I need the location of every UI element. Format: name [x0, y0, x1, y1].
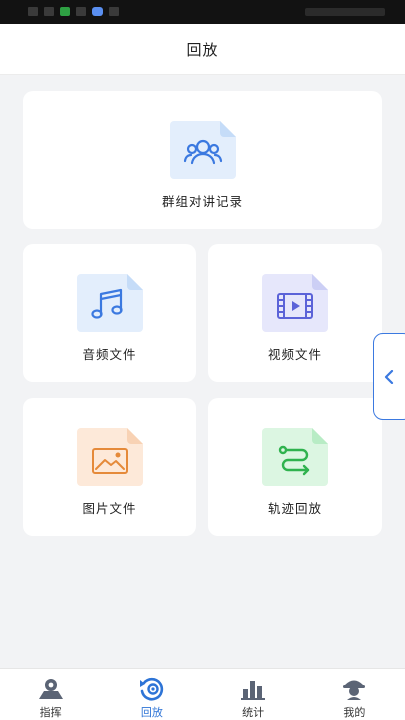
tab-statistics-label: 统计	[242, 706, 265, 719]
video-files-label: 视频文件	[267, 347, 322, 362]
tab-replay[interactable]: 回放	[101, 669, 202, 720]
tab-command-label: 指挥	[39, 706, 62, 719]
profile-icon	[343, 680, 366, 700]
film-icon	[262, 274, 328, 332]
status-icons-right	[305, 8, 385, 16]
bar-chart-icon	[241, 681, 266, 700]
chevron-left-icon	[384, 370, 394, 384]
track-replay-card[interactable]: 轨迹回放	[208, 398, 382, 536]
image-files-label: 图片文件	[82, 501, 137, 516]
music-note-icon	[76, 274, 143, 332]
group-users-icon	[169, 121, 236, 179]
tab-profile[interactable]: 我的	[304, 669, 405, 720]
image-files-card[interactable]: 图片文件	[23, 398, 196, 536]
audio-files-label: 音频文件	[82, 347, 137, 362]
video-files-card[interactable]: 视频文件	[208, 244, 382, 382]
command-person-icon	[38, 679, 63, 699]
audio-files-card[interactable]: 音频文件	[23, 244, 196, 382]
tab-command[interactable]: 指挥	[0, 669, 101, 720]
status-bar	[0, 0, 405, 24]
tab-replay-label: 回放	[140, 706, 163, 719]
track-replay-label: 轨迹回放	[267, 501, 322, 516]
route-icon	[262, 428, 328, 486]
bottom-tab-bar: 指挥 回放 统计 我的	[0, 668, 405, 720]
page-title: 回放	[186, 40, 219, 59]
tab-statistics[interactable]: 统计	[203, 669, 304, 720]
replay-icon	[139, 677, 163, 701]
page-header: 回放	[0, 24, 405, 75]
status-icons-left	[28, 7, 119, 16]
image-icon	[76, 428, 143, 486]
tab-profile-label: 我的	[343, 706, 366, 719]
group-talk-record-card[interactable]: 群组对讲记录	[23, 91, 382, 229]
group-talk-record-label: 群组对讲记录	[161, 194, 243, 209]
side-panel-toggle[interactable]	[373, 333, 405, 420]
